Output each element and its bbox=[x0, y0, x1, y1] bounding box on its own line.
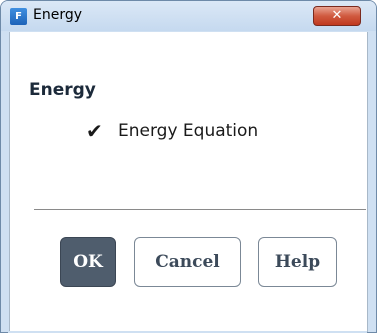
energy-group-label: Energy bbox=[29, 80, 96, 100]
cancel-button[interactable]: Cancel bbox=[134, 237, 241, 287]
energy-equation-label[interactable]: Energy Equation bbox=[118, 121, 258, 141]
title-bar[interactable]: F Energy ✕ bbox=[1, 1, 376, 31]
fluent-app-icon: F bbox=[10, 8, 27, 25]
dialog-body bbox=[9, 32, 368, 332]
help-button[interactable]: Help bbox=[258, 237, 337, 287]
ok-button[interactable]: OK bbox=[60, 237, 116, 287]
window-title: Energy bbox=[33, 7, 83, 23]
close-button[interactable]: ✕ bbox=[313, 6, 361, 26]
energy-equation-checkbox[interactable]: ✔ Energy Equation bbox=[86, 118, 258, 144]
checkmark-icon[interactable]: ✔ bbox=[86, 120, 108, 142]
divider bbox=[34, 209, 366, 210]
